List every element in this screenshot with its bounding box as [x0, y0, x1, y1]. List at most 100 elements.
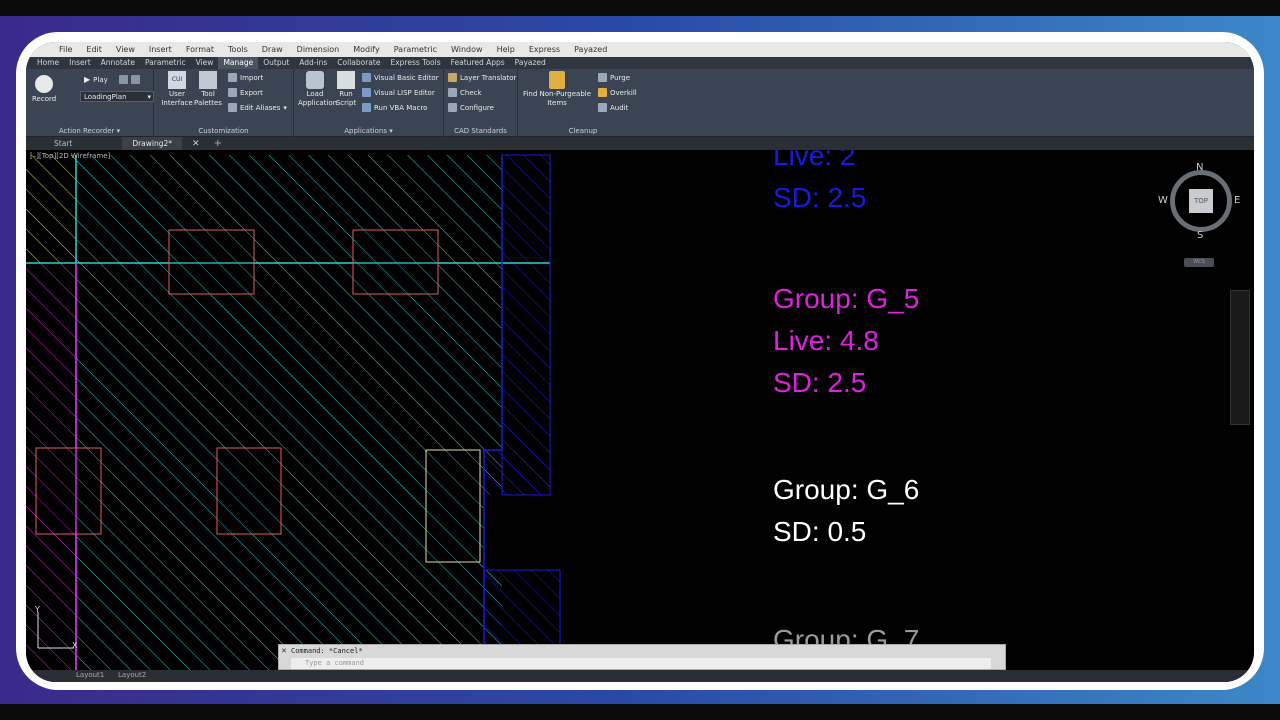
edit-aliases-icon: [228, 103, 237, 112]
tab-drawing2[interactable]: Drawing2*: [122, 137, 183, 150]
viewcube-top-face[interactable]: TOP: [1189, 189, 1213, 213]
navigation-bar[interactable]: [1230, 290, 1250, 425]
close-icon[interactable]: ✕: [192, 139, 200, 149]
menu-payazed[interactable]: Payazed: [567, 45, 614, 54]
overkill-button[interactable]: Overkill: [598, 88, 637, 97]
tool-palettes-button[interactable]: Tool Palettes: [194, 71, 222, 108]
footing: [352, 229, 439, 295]
command-line: ✕ Command: *Cancel* Type a command: [278, 644, 1006, 670]
menu-modify[interactable]: Modify: [346, 45, 387, 54]
request-input-icon[interactable]: [130, 75, 140, 84]
footing: [35, 447, 102, 535]
compass-south[interactable]: S: [1197, 230, 1203, 241]
visual-lisp-editor-button[interactable]: Visual LISP Editor: [362, 88, 435, 97]
play-label: Play: [93, 75, 108, 84]
check-button[interactable]: Check: [448, 88, 482, 97]
tool-palettes-label: Tool Palettes: [194, 90, 222, 107]
configure-icon: [448, 103, 457, 112]
play-button[interactable]: ▶ Play: [84, 75, 140, 84]
menu-edit[interactable]: Edit: [79, 45, 109, 54]
run-vba-macro-button[interactable]: Run VBA Macro: [362, 103, 427, 112]
audit-button[interactable]: Audit: [598, 103, 628, 112]
viewport-controls[interactable]: [–][Top][2D Wireframe]: [30, 152, 110, 160]
tab-insert[interactable]: Insert: [64, 57, 96, 69]
visual-basic-editor-button[interactable]: Visual Basic Editor: [362, 73, 439, 82]
load-application-label: Load Application: [298, 90, 338, 107]
tab-annotate[interactable]: Annotate: [96, 57, 140, 69]
menu-parametric[interactable]: Parametric: [387, 45, 444, 54]
configure-button[interactable]: Configure: [448, 103, 494, 112]
menu-insert[interactable]: Insert: [142, 45, 179, 54]
menu-window[interactable]: Window: [444, 45, 490, 54]
cutout: [484, 495, 550, 570]
tab-featured-apps[interactable]: Featured Apps: [446, 57, 510, 69]
group-line: Group: G_5: [773, 283, 920, 314]
tool-palettes-icon: [199, 71, 217, 89]
tab-layout1[interactable]: Layout1: [76, 671, 104, 679]
layout-tabs: Layout1 Layout2: [26, 670, 1254, 682]
viewcube[interactable]: TOP N S E W: [1158, 162, 1240, 241]
menu-dimension[interactable]: Dimension: [290, 45, 347, 54]
ucs-x-label: X: [72, 641, 78, 650]
layer-translator-button[interactable]: Layer Translator: [448, 73, 516, 82]
group-text-block: Group: G_5 Live: 4.8 SD: 2.5: [773, 278, 919, 404]
edit-aliases-button[interactable]: Edit Aliases ▾: [228, 103, 287, 112]
insert-message-icon[interactable]: [118, 75, 128, 84]
document-tabs: Start Drawing2* ✕ +: [26, 137, 1254, 150]
menu-view[interactable]: View: [109, 45, 142, 54]
tab-home[interactable]: Home: [32, 57, 64, 69]
menu-tools[interactable]: Tools: [221, 45, 255, 54]
menu-file[interactable]: File: [52, 45, 79, 54]
compass-north[interactable]: N: [1196, 162, 1203, 173]
record-button[interactable]: Record: [32, 75, 56, 103]
action-recorder-title[interactable]: Action Recorder ▾: [26, 127, 153, 135]
purge-button[interactable]: Purge: [598, 73, 630, 82]
applications-title[interactable]: Applications ▾: [294, 127, 443, 135]
user-interface-button[interactable]: CUI User Interface: [161, 71, 193, 108]
action-macro-dropdown[interactable]: LoadingPlan ▾: [80, 91, 154, 102]
menu-draw[interactable]: Draw: [255, 45, 290, 54]
lisp-icon: [362, 88, 371, 97]
run-script-label: Run Script: [335, 90, 357, 107]
tab-express-tools[interactable]: Express Tools: [385, 57, 445, 69]
cui-icon: CUI: [168, 71, 186, 89]
drawing-canvas: Y X: [26, 154, 561, 682]
action-recorder-group: Record ▶ Play LoadingPlan ▾ Action Recor…: [26, 69, 154, 137]
tab-parametric[interactable]: Parametric: [140, 57, 191, 69]
command-input[interactable]: Type a command: [291, 658, 991, 669]
cleanup-title: Cleanup: [568, 127, 598, 135]
tab-start[interactable]: Start: [44, 137, 82, 150]
compass-west[interactable]: W: [1158, 195, 1168, 206]
cleanup-group: Find Non-Purgeable Items Purge Overkill …: [518, 69, 648, 137]
import-button[interactable]: Import: [228, 73, 263, 82]
load-application-button[interactable]: Load Application: [298, 71, 338, 108]
tab-output[interactable]: Output: [258, 57, 294, 69]
tab-view[interactable]: View: [191, 57, 219, 69]
layer-translator-icon: [448, 73, 457, 82]
tab-layout2[interactable]: Layout2: [118, 671, 146, 679]
new-tab-icon[interactable]: +: [214, 138, 222, 149]
menu-express[interactable]: Express: [522, 45, 567, 54]
group-line: SD: 2.5: [773, 182, 867, 213]
compass-east[interactable]: E: [1234, 195, 1240, 206]
tab-add-ins[interactable]: Add-ins: [294, 57, 332, 69]
tab-payazed[interactable]: Payazed: [510, 57, 551, 69]
letterbox-bottom: [0, 704, 1280, 720]
wcs-menu[interactable]: WCS: [1184, 258, 1214, 267]
chevron-down-icon: ▾: [147, 92, 151, 101]
tab-manage[interactable]: Manage: [218, 57, 259, 69]
menu-help[interactable]: Help: [490, 45, 522, 54]
menu-bar: File Edit View Insert Format Tools Draw …: [26, 42, 1254, 57]
find-non-purgeable-button[interactable]: Find Non-Purgeable Items: [520, 71, 594, 108]
purge-icon: [598, 73, 607, 82]
drawing-viewport[interactable]: Y X [–][Top][2D Wireframe] Live: 2 SD: 2…: [26, 150, 1254, 682]
run-script-button[interactable]: Run Script: [334, 71, 358, 108]
menu-format[interactable]: Format: [179, 45, 221, 54]
footing: [425, 449, 481, 563]
ucs-y-label: Y: [34, 605, 40, 614]
export-button[interactable]: Export: [228, 88, 263, 97]
export-icon: [228, 88, 237, 97]
run-vba-icon: [362, 103, 371, 112]
tab-collaborate[interactable]: Collaborate: [332, 57, 385, 69]
close-icon[interactable]: ✕: [281, 647, 287, 655]
